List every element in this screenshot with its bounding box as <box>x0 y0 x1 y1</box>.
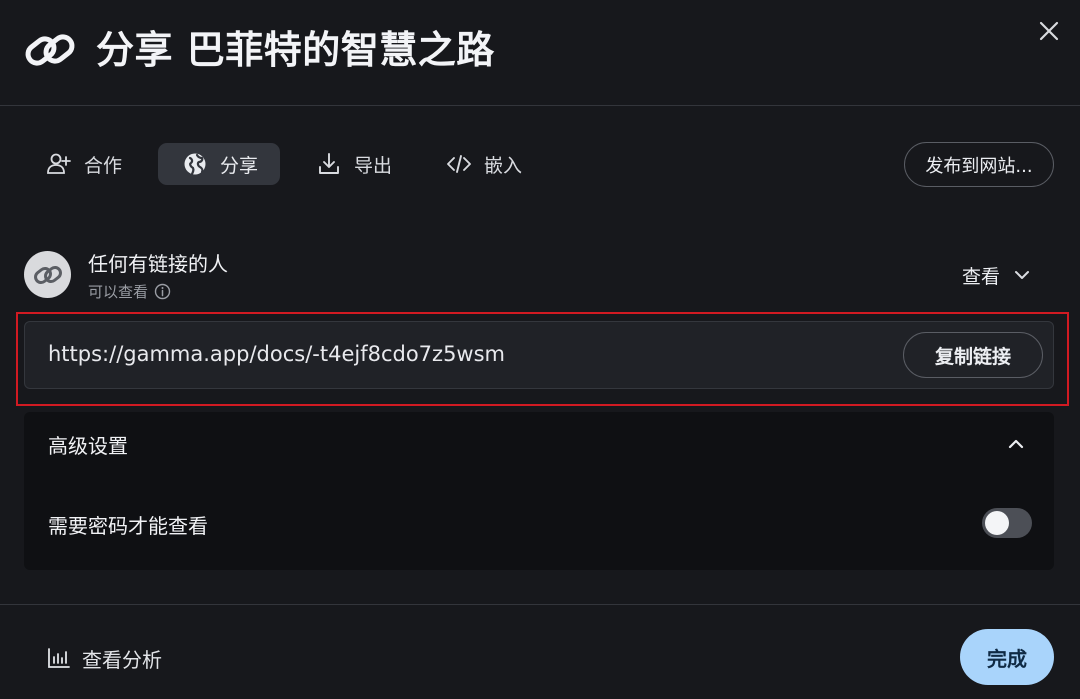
password-required-label: 需要密码才能查看 <box>48 514 208 538</box>
tab-collaborate[interactable]: 合作 <box>32 143 144 185</box>
advanced-settings-panel: 高级设置 需要密码才能查看 <box>24 412 1054 570</box>
tab-share[interactable]: 分享 <box>158 143 280 185</box>
dialog-header: 分享 巴菲特的智慧之路 <box>0 0 1080 106</box>
access-subtitle: 可以查看 <box>88 281 171 302</box>
footer-divider <box>0 604 1080 605</box>
share-dialog: 分享 巴菲特的智慧之路 合作 分享 导出 嵌入 发布到网站... 任何有链接的人… <box>0 0 1080 699</box>
share-link-field[interactable]: https://gamma.app/docs/-t4ejf8cdo7z5wsm … <box>24 321 1054 389</box>
download-icon <box>319 153 339 174</box>
dialog-title: 分享 巴菲特的智慧之路 <box>96 28 495 72</box>
code-icon <box>447 155 471 173</box>
tab-label: 分享 <box>220 154 259 177</box>
add-user-icon <box>47 153 71 174</box>
done-button[interactable]: 完成 <box>960 629 1054 685</box>
permission-value: 查看 <box>962 265 1001 288</box>
access-avatar <box>24 251 71 298</box>
chevron-up-icon[interactable] <box>1004 432 1028 456</box>
bar-chart-icon <box>48 648 70 668</box>
share-link-url[interactable]: https://gamma.app/docs/-t4ejf8cdo7z5wsm <box>48 342 505 366</box>
access-permission-text: 可以查看 <box>88 283 149 301</box>
info-icon[interactable] <box>154 283 171 300</box>
view-analytics-button[interactable]: 查看分析 <box>46 643 162 673</box>
close-icon[interactable] <box>1034 16 1064 46</box>
link-icon <box>25 34 75 66</box>
chevron-down-icon <box>1015 271 1030 279</box>
tab-embed[interactable]: 嵌入 <box>434 143 544 185</box>
permission-dropdown[interactable]: 查看 <box>962 260 1032 290</box>
tab-label: 合作 <box>84 154 123 177</box>
access-title: 任何有链接的人 <box>88 252 228 276</box>
tab-export[interactable]: 导出 <box>302 143 408 185</box>
analytics-label: 查看分析 <box>82 647 162 672</box>
link-icon <box>33 265 62 284</box>
globe-icon <box>184 153 206 176</box>
tab-label: 导出 <box>354 154 393 177</box>
publish-to-website-button[interactable]: 发布到网站... <box>904 142 1054 187</box>
copy-link-button[interactable]: 复制链接 <box>903 332 1043 378</box>
advanced-settings-title[interactable]: 高级设置 <box>48 430 128 459</box>
password-required-toggle[interactable] <box>982 508 1032 538</box>
toggle-knob <box>985 511 1009 535</box>
tab-label: 嵌入 <box>484 154 523 177</box>
